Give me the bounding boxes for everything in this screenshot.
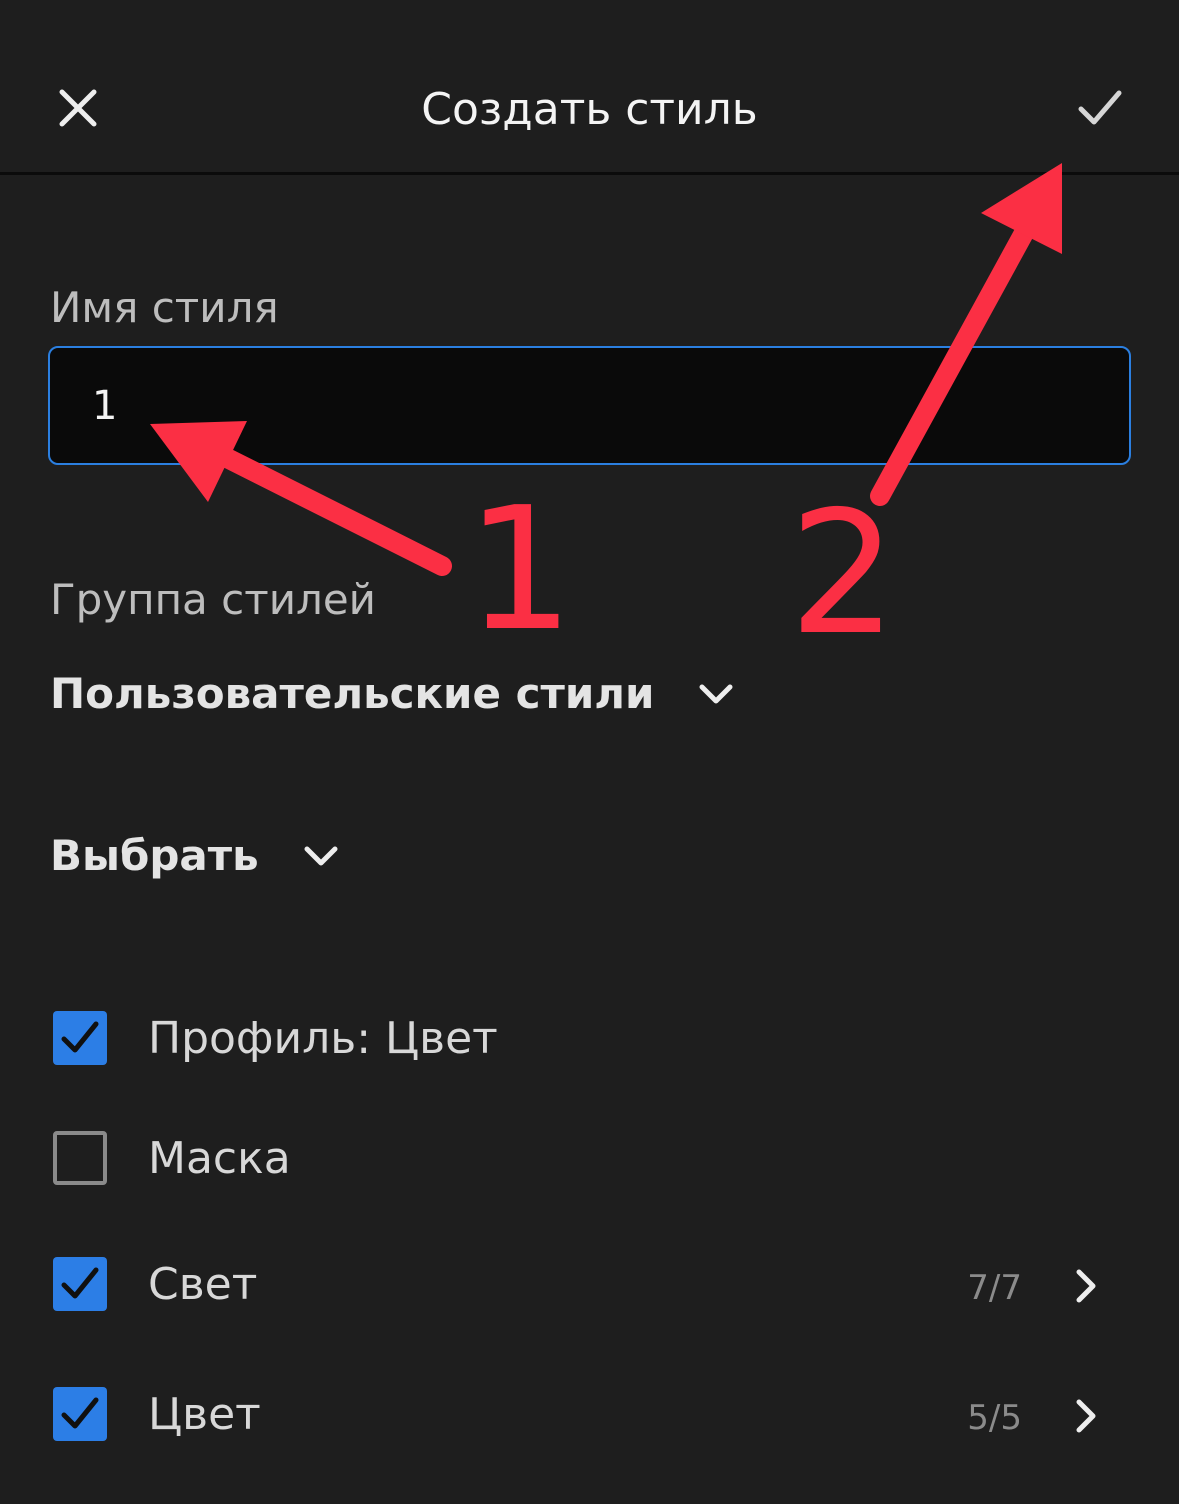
- color-checkbox[interactable]: [53, 1387, 107, 1441]
- annotation-one: 1: [466, 471, 574, 669]
- style-group-value: Пользовательские стили: [50, 669, 655, 718]
- setting-row-label: Цвет: [148, 1389, 261, 1440]
- chevron-right-icon[interactable]: [1066, 1264, 1106, 1308]
- chevron-down-icon: [696, 674, 736, 714]
- select-label: Выбрать: [50, 831, 259, 880]
- setting-row-label: Свет: [148, 1259, 258, 1310]
- style-group-label: Группа стилей: [50, 575, 376, 624]
- setting-row-color[interactable]: Цвет 5/5: [50, 1372, 1130, 1462]
- setting-row-light[interactable]: Свет 7/7: [50, 1242, 1130, 1332]
- chevron-right-icon[interactable]: [1066, 1394, 1106, 1438]
- setting-count: 5/5: [967, 1398, 1022, 1438]
- top-bar: Создать стиль: [0, 0, 1179, 175]
- checkmark-icon: [1078, 90, 1122, 125]
- light-checkbox[interactable]: [53, 1257, 107, 1311]
- setting-row-mask[interactable]: Маска: [50, 1116, 1130, 1206]
- select-dropdown[interactable]: Выбрать: [50, 830, 341, 882]
- page-title: Создать стиль: [421, 84, 758, 135]
- chevron-down-icon: [301, 836, 341, 876]
- mask-checkbox[interactable]: [53, 1131, 107, 1185]
- setting-row-profile[interactable]: Профиль: Цвет: [50, 996, 1130, 1086]
- setting-count: 7/7: [967, 1268, 1022, 1308]
- setting-row-label: Профиль: Цвет: [148, 1013, 498, 1064]
- setting-row-label: Маска: [148, 1133, 291, 1184]
- annotation-two: 2: [789, 475, 897, 673]
- style-name-input[interactable]: [48, 346, 1131, 465]
- profile-checkbox[interactable]: [53, 1011, 107, 1065]
- style-name-label: Имя стиля: [50, 283, 279, 332]
- style-group-dropdown[interactable]: Пользовательские стили: [50, 668, 736, 720]
- checkmark-icon: [61, 1267, 99, 1299]
- checkmark-icon: [61, 1397, 99, 1429]
- checkmark-icon: [61, 1021, 99, 1053]
- confirm-button[interactable]: [1070, 78, 1130, 138]
